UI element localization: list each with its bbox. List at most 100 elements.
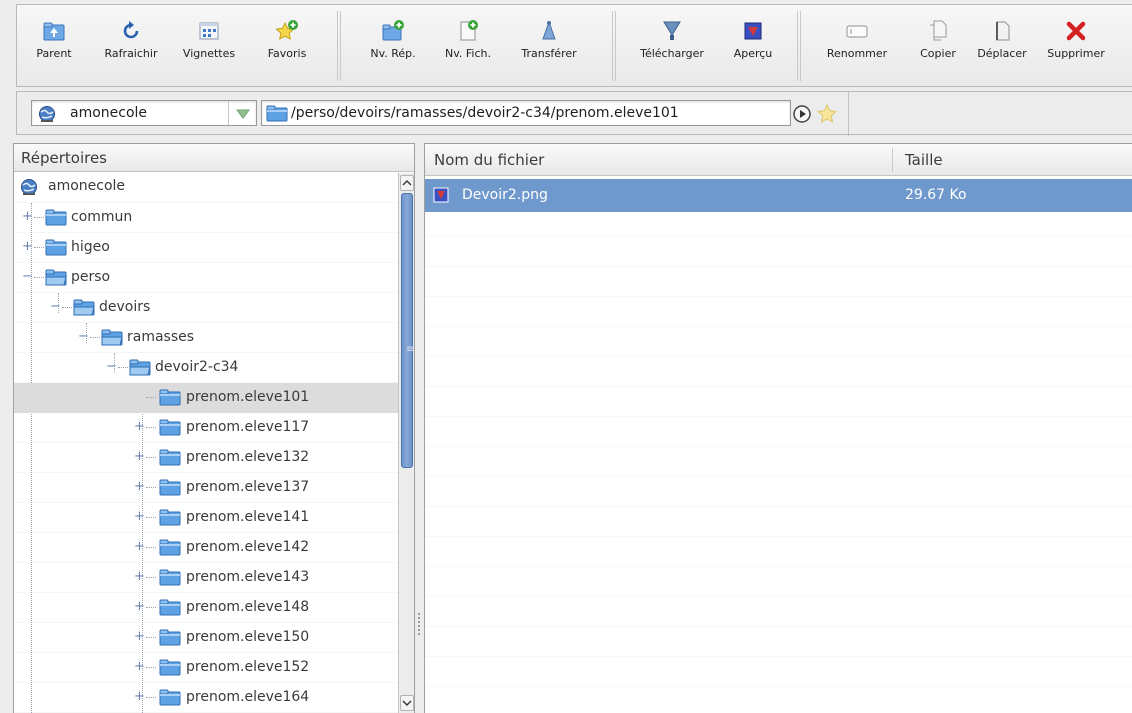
parent-button[interactable]: Parent	[19, 19, 89, 75]
tree-item-prenom-eleve148[interactable]: + prenom.eleve148	[14, 593, 398, 623]
tree-item-perso[interactable]: − perso	[14, 263, 398, 293]
server-dropdown[interactable]	[228, 101, 256, 125]
tree-item-prenom-eleve132[interactable]: + prenom.eleve132	[14, 443, 398, 473]
copy-icon	[930, 20, 947, 41]
file-row[interactable]: Devoir2.png 29.67 Ko	[425, 179, 1132, 212]
tree-item-label: prenom.eleve152	[186, 659, 310, 675]
tree-connector	[146, 457, 156, 458]
move-label: Déplacer	[977, 47, 1027, 60]
tree-item-higeo[interactable]: + higeo	[14, 233, 398, 263]
upload-icon	[542, 20, 556, 40]
add-favorite-button[interactable]	[816, 103, 838, 125]
tree-connector	[146, 577, 156, 578]
panel-splitter[interactable]	[415, 143, 424, 713]
tree-item-label: devoir2-c34	[155, 359, 239, 375]
refresh-icon	[123, 21, 139, 39]
tree-connector	[62, 307, 72, 308]
upload-label: Transférer	[521, 47, 577, 60]
scroll-up-button[interactable]	[400, 175, 414, 191]
server-combo[interactable]: amonecole	[31, 100, 257, 126]
toolbar-separator	[612, 11, 616, 81]
toolbar-separator	[797, 11, 801, 81]
expand-icon[interactable]: +	[134, 540, 145, 553]
upload-button[interactable]: Transférer	[514, 19, 584, 75]
chevron-down-icon	[236, 109, 250, 119]
preview-button[interactable]: Aperçu	[718, 19, 788, 75]
tree-item-label: prenom.eleve150	[186, 629, 310, 645]
new-file-button[interactable]: Nv. Fich.	[433, 19, 503, 75]
tree-item-prenom-eleve143[interactable]: + prenom.eleve143	[14, 563, 398, 593]
open-folder-icon	[101, 329, 123, 346]
globe-icon	[39, 106, 55, 122]
tree-item-prenom-eleve152[interactable]: + prenom.eleve152	[14, 653, 398, 683]
go-button[interactable]	[791, 103, 813, 125]
copy-button[interactable]: Copier	[903, 19, 973, 75]
tree-connector	[118, 367, 128, 368]
thumbnails-label: Vignettes	[182, 47, 236, 60]
tree-item-amonecole[interactable]: amonecole	[14, 173, 398, 203]
expand-icon[interactable]: +	[134, 660, 145, 673]
rename-button[interactable]: Renommer	[822, 19, 892, 75]
tree-item-prenom-eleve164[interactable]: + prenom.eleve164	[14, 683, 398, 713]
delete-button[interactable]: Supprimer	[1041, 19, 1111, 75]
folder-icon	[159, 569, 181, 586]
expand-icon[interactable]: +	[22, 240, 33, 253]
new-folder-icon	[382, 20, 404, 41]
tree-item-prenom-eleve137[interactable]: + prenom.eleve137	[14, 473, 398, 503]
refresh-button[interactable]: Rafraichir	[96, 19, 166, 75]
tree-item-prenom-eleve101[interactable]: prenom.eleve101	[14, 383, 398, 413]
collapse-icon[interactable]: −	[22, 270, 33, 283]
tree-scrollbar[interactable]: ≡	[398, 173, 414, 713]
collapse-icon[interactable]: −	[106, 360, 117, 373]
expand-icon[interactable]: +	[134, 630, 145, 643]
expand-icon[interactable]: +	[134, 480, 145, 493]
move-icon	[996, 21, 1010, 41]
thumbnails-button[interactable]: Vignettes	[174, 19, 244, 75]
tree-item-ramasses[interactable]: − ramasses	[14, 323, 398, 353]
tree-item-label: commun	[71, 209, 133, 225]
collapse-icon[interactable]: −	[78, 330, 89, 343]
column-header-name[interactable]: Nom du fichier	[434, 144, 544, 176]
grip-icon: ≡	[406, 344, 415, 355]
globe-icon	[21, 179, 37, 195]
new-folder-label: Nv. Rép.	[370, 47, 416, 60]
tree-item-devoirs[interactable]: − devoirs	[14, 293, 398, 323]
copy-label: Copier	[920, 47, 956, 60]
expand-icon[interactable]: +	[134, 570, 145, 583]
download-icon	[663, 21, 681, 40]
move-button[interactable]: Déplacer	[967, 19, 1037, 75]
new-folder-button[interactable]: Nv. Rép.	[358, 19, 428, 75]
tree-header: Répertoires	[14, 144, 414, 172]
tree-item-devoir2-c34[interactable]: − devoir2-c34	[14, 353, 398, 383]
expand-icon[interactable]: +	[134, 600, 145, 613]
tree-item-prenom-eleve141[interactable]: + prenom.eleve141	[14, 503, 398, 533]
scroll-thumb[interactable]: ≡	[401, 193, 415, 468]
tree-item-label: prenom.eleve117	[186, 419, 310, 435]
favorites-label: Favoris	[267, 47, 307, 60]
folder-icon	[45, 239, 67, 256]
favorites-button[interactable]: Favoris	[252, 19, 322, 75]
tree-item-prenom-eleve117[interactable]: + prenom.eleve117	[14, 413, 398, 443]
expand-icon[interactable]: +	[134, 420, 145, 433]
tree-item-commun[interactable]: + commun	[14, 203, 398, 233]
expand-icon[interactable]: +	[22, 210, 33, 223]
delete-icon	[1066, 21, 1086, 41]
directory-tree-panel: Répertoires amonecole + commun + higeo −…	[13, 143, 415, 713]
expand-icon[interactable]: +	[134, 510, 145, 523]
file-list-panel: Nom du fichier Taille Devoir2.png 29.67 …	[424, 143, 1132, 713]
tree-item-label: prenom.eleve141	[186, 509, 310, 525]
tree-item-prenom-eleve150[interactable]: + prenom.eleve150	[14, 623, 398, 653]
scroll-down-button[interactable]	[400, 695, 414, 711]
tree-connector	[146, 667, 156, 668]
expand-icon[interactable]: +	[134, 450, 145, 463]
path-input[interactable]: /perso/devoirs/ramasses/devoir2-c34/pren…	[261, 100, 791, 126]
tree-item-prenom-eleve142[interactable]: + prenom.eleve142	[14, 533, 398, 563]
column-separator[interactable]	[892, 148, 893, 172]
expand-icon[interactable]: +	[134, 690, 145, 703]
download-button[interactable]: Télécharger	[637, 19, 707, 75]
column-header-size[interactable]: Taille	[905, 144, 943, 176]
collapse-icon[interactable]: −	[50, 300, 61, 313]
open-folder-icon	[45, 269, 67, 286]
download-label: Télécharger	[640, 47, 704, 60]
folder-icon	[159, 539, 181, 556]
